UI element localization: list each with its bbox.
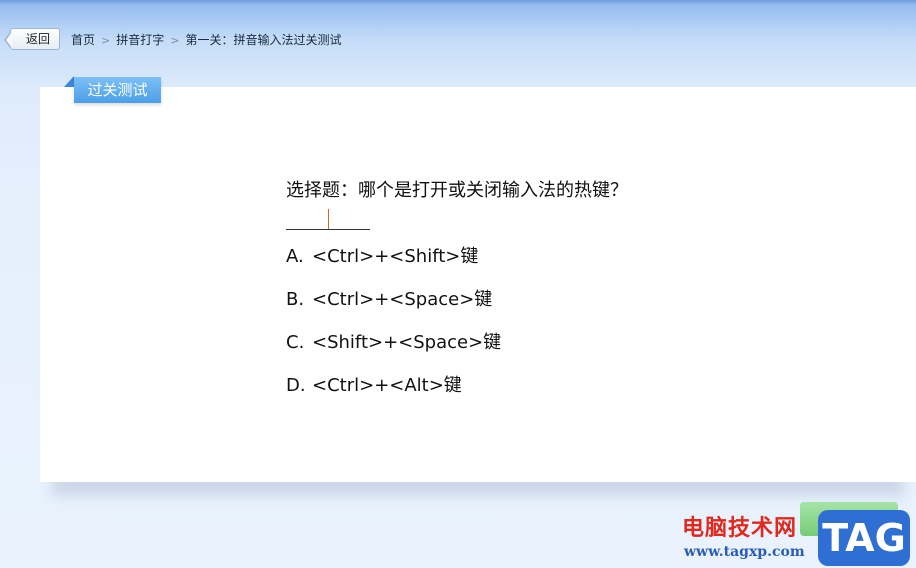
option-text: <Shift>+<Space>键 — [312, 332, 502, 353]
breadcrumb-separator: > — [170, 34, 180, 47]
watermark-logo-icon: TAG — [818, 510, 910, 566]
section-tag-fold — [64, 76, 74, 87]
option-text: <Ctrl>+<Alt>键 — [312, 375, 462, 396]
window-top-strip — [0, 0, 916, 6]
breadcrumb-separator: > — [101, 34, 111, 47]
breadcrumb-item-home[interactable]: 首页 — [71, 33, 95, 47]
breadcrumb: 首页 > 拼音打字 > 第一关：拼音输入法过关测试 — [71, 31, 341, 48]
watermark-title: 电脑技术网 — [682, 516, 798, 541]
answer-input[interactable] — [286, 229, 370, 230]
text-cursor — [328, 209, 329, 229]
option-text: <Ctrl>+<Shift>键 — [312, 246, 479, 267]
option-text: <Ctrl>+<Space>键 — [312, 289, 493, 310]
option-a[interactable]: A. <Ctrl>+<Shift>键 — [286, 242, 478, 268]
option-c[interactable]: C. <Shift>+<Space>键 — [286, 328, 501, 354]
option-letter: D. — [286, 375, 306, 396]
option-d[interactable]: D. <Ctrl>+<Alt>键 — [286, 371, 462, 397]
section-tag: 过关测试 — [74, 77, 161, 103]
option-letter: C. — [286, 332, 305, 353]
back-arrow-inner — [6, 32, 12, 48]
back-button-label: 返回 — [25, 32, 50, 46]
option-letter: B. — [286, 289, 305, 310]
watermark-url: www.tagxp.com — [684, 544, 805, 560]
watermark: 电脑技术网 www.tagxp.com TAG — [680, 508, 916, 568]
breadcrumb-item-pinyin-typing[interactable]: 拼音打字 — [116, 33, 164, 47]
question-text: 选择题：哪个是打开或关闭输入法的热键？ — [286, 180, 628, 201]
option-letter: A. — [286, 246, 304, 267]
back-button[interactable]: 返回 — [4, 28, 60, 50]
option-b[interactable]: B. <Ctrl>+<Space>键 — [286, 285, 492, 311]
breadcrumb-item-current-level: 第一关：拼音输入法过关测试 — [185, 33, 342, 47]
